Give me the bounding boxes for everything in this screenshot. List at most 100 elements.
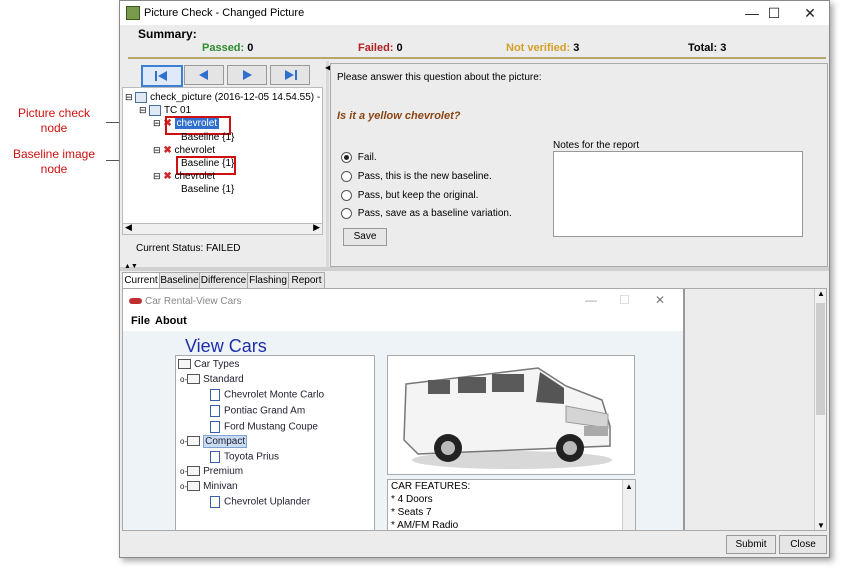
car-group-label: Premium xyxy=(203,466,244,477)
scroll-up-icon: ▲ xyxy=(625,482,633,491)
table-icon xyxy=(135,92,148,103)
tree-root[interactable]: ⊟ check_picture (2016-12-05 14.54.55) - … xyxy=(125,92,322,103)
notes-textarea[interactable] xyxy=(553,151,803,237)
close-icon[interactable]: ✕ xyxy=(792,3,828,23)
feature-item: * AM/FM Radio xyxy=(391,520,459,531)
scrollbar-thumb[interactable] xyxy=(816,303,825,415)
car-tree-root-label: Car Types xyxy=(194,359,240,370)
passed-stat: Passed: 0 xyxy=(202,42,253,54)
first-button[interactable] xyxy=(141,65,183,87)
passed-value: 0 xyxy=(247,42,254,54)
vertical-splitter[interactable]: ◀ xyxy=(325,61,331,267)
document-icon xyxy=(210,451,220,463)
folder-icon xyxy=(187,436,201,447)
picture-check-window: Picture Check - Changed Picture — ☐ ✕ Su… xyxy=(119,0,830,558)
document-icon xyxy=(210,421,220,433)
picture-check-label: chevrolet xyxy=(174,171,216,182)
previous-button[interactable] xyxy=(184,65,224,85)
tree-tc-label: TC 01 xyxy=(163,105,192,117)
annotation-text: Picture check xyxy=(17,106,91,120)
next-button[interactable] xyxy=(227,65,267,85)
picture-view: Car Rental-View Cars — ☐ ✕ File About Vi… xyxy=(122,288,827,531)
baseline-label: Baseline {1} xyxy=(181,184,235,195)
picture-vertical-scrollbar[interactable]: ▲ ▼ xyxy=(814,289,826,530)
radio-icon[interactable] xyxy=(341,190,352,201)
car-menu-file: File xyxy=(131,315,150,327)
option-variation[interactable]: Pass, save as a baseline variation. xyxy=(341,208,512,219)
failed-stat: Failed: 0 xyxy=(358,42,403,54)
car-group-label: Minivan xyxy=(203,481,238,492)
option-label: Fail. xyxy=(357,152,377,164)
horizontal-splitter[interactable]: ▲▼ xyxy=(120,263,829,271)
car-group-label: Compact xyxy=(203,435,248,448)
baseline-label: Baseline {1} xyxy=(181,132,235,143)
last-button[interactable] xyxy=(270,65,310,85)
tab-difference[interactable]: Difference xyxy=(199,272,248,288)
scroll-left-icon[interactable]: ◀ xyxy=(125,222,132,233)
status-value: FAILED xyxy=(206,243,241,254)
expand-icon: o- xyxy=(180,437,188,446)
car-item-label: Chevrolet Monte Carlo xyxy=(224,389,325,401)
not-verified-stat: Not verified: 3 xyxy=(506,42,579,54)
collapse-up-icon[interactable]: ▲▼ xyxy=(124,263,138,270)
folder-icon xyxy=(187,374,201,385)
tab-flashing[interactable]: Flashing xyxy=(247,272,289,288)
features-scrollbar: ▲ xyxy=(622,480,635,530)
option-new-baseline[interactable]: Pass, this is the new baseline. xyxy=(341,171,492,182)
submit-button[interactable]: Submit xyxy=(726,535,776,554)
car-types-tree: Car Types o- Standard Chevrolet Monte Car… xyxy=(175,355,375,530)
radio-icon[interactable] xyxy=(341,171,352,182)
captured-car-rental-window: Car Rental-View Cars — ☐ ✕ File About Vi… xyxy=(123,289,685,530)
baseline-image-annotation: Baseline image node xyxy=(2,147,106,177)
baseline-node[interactable]: Baseline {1} xyxy=(181,132,234,143)
expand-icon: o- xyxy=(180,375,188,384)
picture-check-label: chevrolet xyxy=(174,145,216,156)
total-stat: Total: 3 xyxy=(688,42,726,54)
annotation-text: node xyxy=(40,162,68,176)
scroll-right-icon[interactable]: ▶ xyxy=(313,222,320,233)
picture-check-node[interactable]: ⊟ ✖ chevrolet xyxy=(153,171,215,182)
radio-icon[interactable] xyxy=(341,208,352,219)
folder-icon xyxy=(187,481,201,492)
car-app-maximize-icon: ☐ xyxy=(619,293,630,307)
tree-tc[interactable]: ⊟ TC 01 xyxy=(139,105,191,116)
expand-icon: o- xyxy=(180,482,188,491)
summary-panel: Summary: Passed: 0 Failed: 0 Not verifie… xyxy=(120,25,829,59)
picture-check-node[interactable]: ⊟ ✖ chevrolet xyxy=(153,145,215,156)
scroll-up-icon[interactable]: ▲ xyxy=(817,289,825,298)
result-tree: ⊟ check_picture (2016-12-05 14.54.55) - … xyxy=(122,87,323,225)
option-label: Pass, save as a baseline variation. xyxy=(357,208,512,220)
collapse-icon[interactable]: ⊟ xyxy=(153,145,161,155)
tab-current[interactable]: Current xyxy=(122,272,160,289)
car-item-label: Pontiac Grand Am xyxy=(224,405,306,417)
tree-horizontal-scrollbar[interactable]: ◀ ▶ xyxy=(122,222,323,235)
option-keep-original[interactable]: Pass, but keep the original. xyxy=(341,190,478,201)
save-button[interactable]: Save xyxy=(343,228,387,246)
not-verified-label: Not verified: xyxy=(506,42,571,54)
first-icon xyxy=(155,71,167,81)
question-pane: Please answer this question about the pi… xyxy=(330,63,828,267)
scroll-down-icon[interactable]: ▼ xyxy=(817,521,825,530)
previous-icon xyxy=(199,70,208,80)
maximize-icon[interactable]: ☐ xyxy=(756,3,792,23)
collapse-icon[interactable]: ⊟ xyxy=(153,171,161,181)
car-group: o- Premium xyxy=(180,466,243,477)
collapse-icon[interactable]: ⊟ xyxy=(153,118,161,128)
radio-selected-icon[interactable] xyxy=(341,152,352,163)
option-label: Pass, this is the new baseline. xyxy=(357,171,492,183)
notes-label: Notes for the report xyxy=(553,140,640,151)
app-icon xyxy=(126,6,140,20)
last-icon xyxy=(285,70,297,80)
collapse-icon[interactable]: ⊟ xyxy=(125,92,133,102)
document-icon xyxy=(210,496,220,508)
tab-report[interactable]: Report xyxy=(288,272,325,288)
next-icon xyxy=(243,70,252,80)
feature-item: * 4 Doors xyxy=(391,494,433,505)
tab-baseline[interactable]: Baseline xyxy=(159,272,200,288)
picture-check-annotation: Picture check node xyxy=(2,106,106,136)
baseline-node[interactable]: Baseline {1} xyxy=(181,184,234,195)
option-fail[interactable]: Fail. xyxy=(341,152,377,163)
collapse-icon[interactable]: ⊟ xyxy=(139,105,147,115)
folder-icon xyxy=(187,466,201,477)
close-button[interactable]: Close xyxy=(779,535,827,554)
